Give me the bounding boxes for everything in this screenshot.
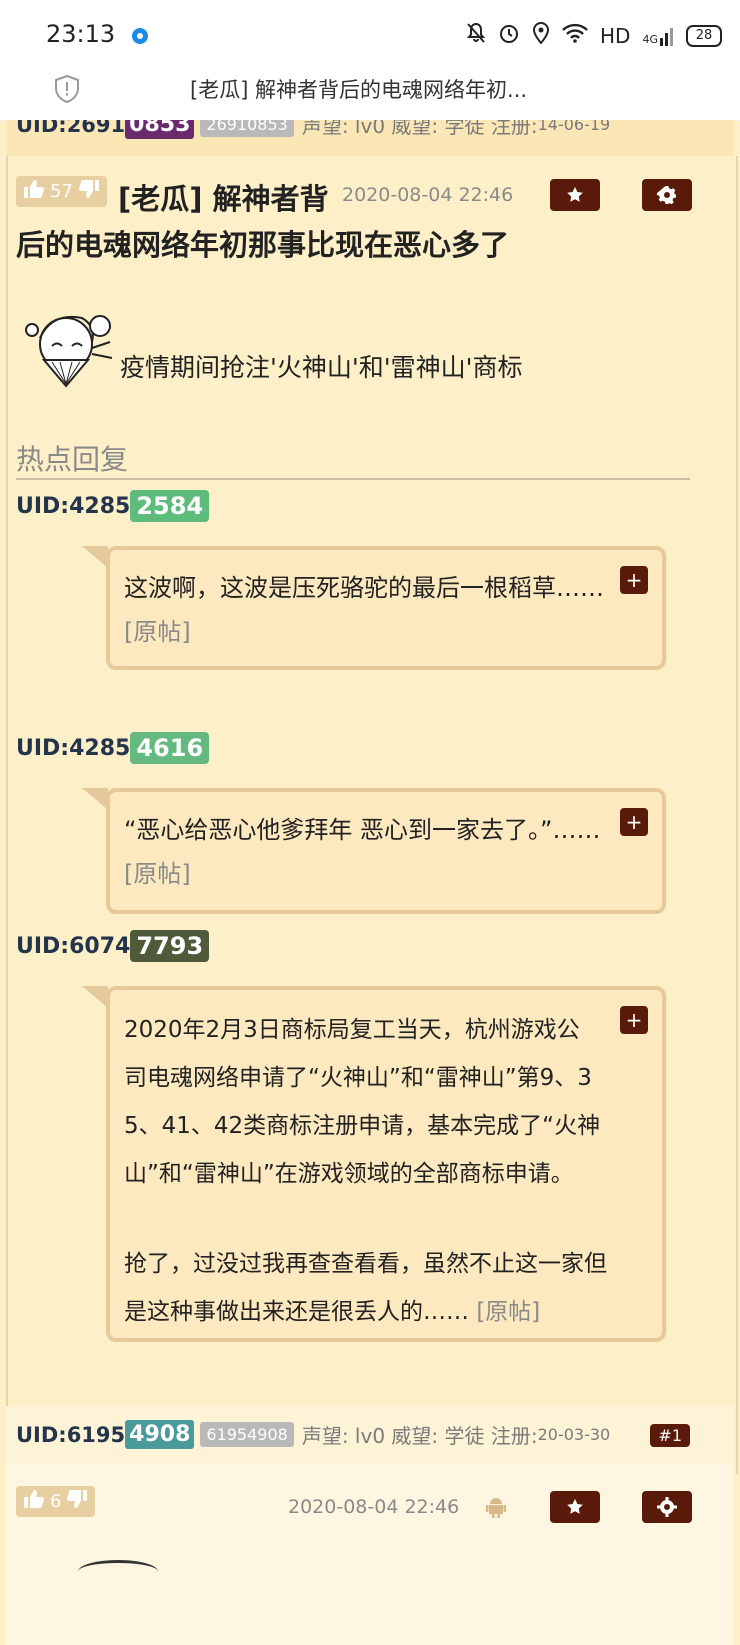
uid-badge[interactable]: 4616: [130, 732, 210, 764]
register-date: 14-06-19: [537, 120, 611, 134]
favorite-star-button[interactable]: [550, 1491, 600, 1523]
uid-full-tag: 26910853: [200, 120, 294, 137]
uid-badge[interactable]: 7793: [130, 930, 210, 962]
cell-signal-icon: 4G: [642, 26, 674, 46]
page-title[interactable]: [老瓜] 解神者背后的电魂网络年初...: [190, 74, 527, 104]
uid-badge[interactable]: 0853: [125, 120, 195, 139]
uid-prefix[interactable]: UID:4285: [16, 736, 130, 761]
reply-line: 是这种事做出来还是很丢人的……: [124, 1299, 469, 1325]
reply-line: 抢了，过没过我再查查看看，虽然不止这一家但: [124, 1251, 607, 1277]
hot-reply-bubble: “恶心给恶心他爹拜年 恶心到一家去了。”…… [原帖] +: [106, 788, 666, 914]
uid-badge[interactable]: 4908: [125, 1420, 195, 1449]
original-post-link[interactable]: [原帖]: [124, 618, 191, 646]
uid-badge[interactable]: 2584: [130, 490, 210, 522]
next-post-avatar: [78, 1560, 158, 1583]
signature-text: 疫情期间抢注'火神山'和'雷神山'商标: [120, 353, 523, 382]
uid-prefix[interactable]: UID:4285: [16, 494, 130, 519]
uid-prefix[interactable]: UID:2691: [16, 120, 125, 137]
signal-type-label: 4G: [642, 32, 658, 46]
reply-line: 司电魂网络申请了“火神山”和“雷神山”第9、3: [124, 1065, 592, 1091]
uid-prefix[interactable]: UID:6195: [16, 1423, 125, 1447]
next-post-user-info: UID:6195 4908 61954908 声望: lv0 威望: 学徒 注册…: [16, 1420, 610, 1449]
floor-number[interactable]: #1: [650, 1424, 690, 1447]
post-date: 2020-08-04 22:46: [288, 1496, 460, 1518]
battery-icon: 28: [686, 24, 722, 47]
uid-prefix[interactable]: UID:6074: [16, 934, 130, 959]
post-title-line1: [老瓜] 解神者背: [118, 182, 329, 216]
like-count: 6: [50, 1491, 62, 1512]
expand-plus-button[interactable]: +: [620, 1006, 648, 1034]
signature-avatar: [22, 308, 114, 390]
expand-plus-button[interactable]: +: [620, 808, 648, 836]
location-service-icon: [132, 28, 148, 44]
reply-line: 山”和“雷神山”在游戏领域的全部商标申请。: [124, 1161, 574, 1187]
thumbs-down-icon[interactable]: [67, 1490, 88, 1513]
hot-reply-bubble: 2020年2月3日商标局复工当天，杭州游戏公 司电魂网络申请了“火神山”和“雷神…: [106, 986, 666, 1342]
favorite-star-button[interactable]: [550, 179, 600, 211]
vote-pill: 6: [16, 1486, 96, 1517]
hot-replies-heading: 热点回复: [16, 443, 129, 476]
reply-text: “恶心给恶心他爹拜年 恶心到一家去了。”……: [124, 816, 601, 844]
site-security-shield-icon[interactable]: [54, 74, 80, 104]
register-date: 20-03-30: [537, 1425, 611, 1444]
reply-text: 这波啊，这波是压死骆驼的最后一根稻草……: [124, 574, 604, 602]
post-title-line2: 后的电魂网络年初那事比现在恶心多了: [16, 228, 510, 262]
alarm-icon: [498, 22, 520, 49]
reply-line-last: 是这种事做出来还是很丢人的…… [原帖]: [124, 1288, 614, 1336]
status-icons: HD 4G 28: [466, 21, 722, 49]
post-date: 2020-08-04 22:46: [342, 184, 514, 206]
android-client-icon: [486, 1496, 506, 1518]
reply-line: 5、41、42类商标注册申请，基本完成了“火神: [124, 1113, 601, 1139]
expand-plus-button[interactable]: +: [620, 566, 648, 594]
reply-line: 2020年2月3日商标局复工当天，杭州游戏公: [124, 1017, 580, 1043]
thumbs-up-icon[interactable]: [24, 180, 44, 203]
thread-content: UID:2691 0853 26910853 声望: lv0 威望: 学徒 注册…: [0, 120, 740, 1645]
wifi-icon: [562, 23, 588, 48]
uid-full-tag: 61954908: [200, 1422, 294, 1447]
status-bar: 23:13 HD 4G 28: [0, 0, 740, 72]
network-type-label: HD: [600, 23, 631, 48]
bubble-tail: [82, 546, 108, 568]
bubble-tail: [82, 788, 108, 810]
battery-level: 28: [695, 28, 713, 43]
reply-uid[interactable]: UID:6074 7793: [16, 930, 210, 962]
gear-icon: [657, 186, 676, 205]
hot-replies-divider: [16, 478, 690, 480]
original-post-link[interactable]: [原帖]: [124, 860, 191, 888]
star-icon: [567, 187, 583, 202]
original-post-link[interactable]: [原帖]: [476, 1299, 540, 1325]
user-meta: 声望: lv0 威望: 学徒 注册:: [301, 120, 538, 138]
bubble-tail: [82, 986, 108, 1008]
settings-gear-button[interactable]: [642, 179, 692, 211]
like-count: 57: [50, 181, 73, 202]
status-time: 23:13: [46, 20, 116, 48]
settings-gear-button[interactable]: [642, 1491, 692, 1523]
next-post: [6, 1464, 734, 1645]
prev-post-user-info: UID:2691 0853 26910853 声望: lv0 威望: 学徒 注册…: [16, 120, 610, 139]
reply-uid[interactable]: UID:4285 2584: [16, 490, 210, 522]
hot-reply-bubble: 这波啊，这波是压死骆驼的最后一根稻草…… [原帖] +: [106, 546, 666, 670]
thumbs-down-icon[interactable]: [78, 180, 99, 203]
reply-paragraph-1: 2020年2月3日商标局复工当天，杭州游戏公 司电魂网络申请了“火神山”和“雷神…: [124, 1006, 614, 1198]
reply-uid[interactable]: UID:4285 4616: [16, 732, 210, 764]
thumbs-up-icon[interactable]: [24, 1490, 44, 1513]
reply-paragraph-2: 抢了，过没过我再查查看看，虽然不止这一家但 是这种事做出来还是很丢人的…… [原…: [124, 1240, 614, 1336]
user-meta: 声望: lv0 威望: 学徒 注册:: [301, 1424, 538, 1448]
location-icon: [532, 21, 550, 49]
vote-pill: 57: [16, 176, 107, 207]
gear-icon: [657, 1497, 677, 1517]
star-icon: [567, 1499, 583, 1514]
mute-bell-icon: [466, 22, 486, 49]
